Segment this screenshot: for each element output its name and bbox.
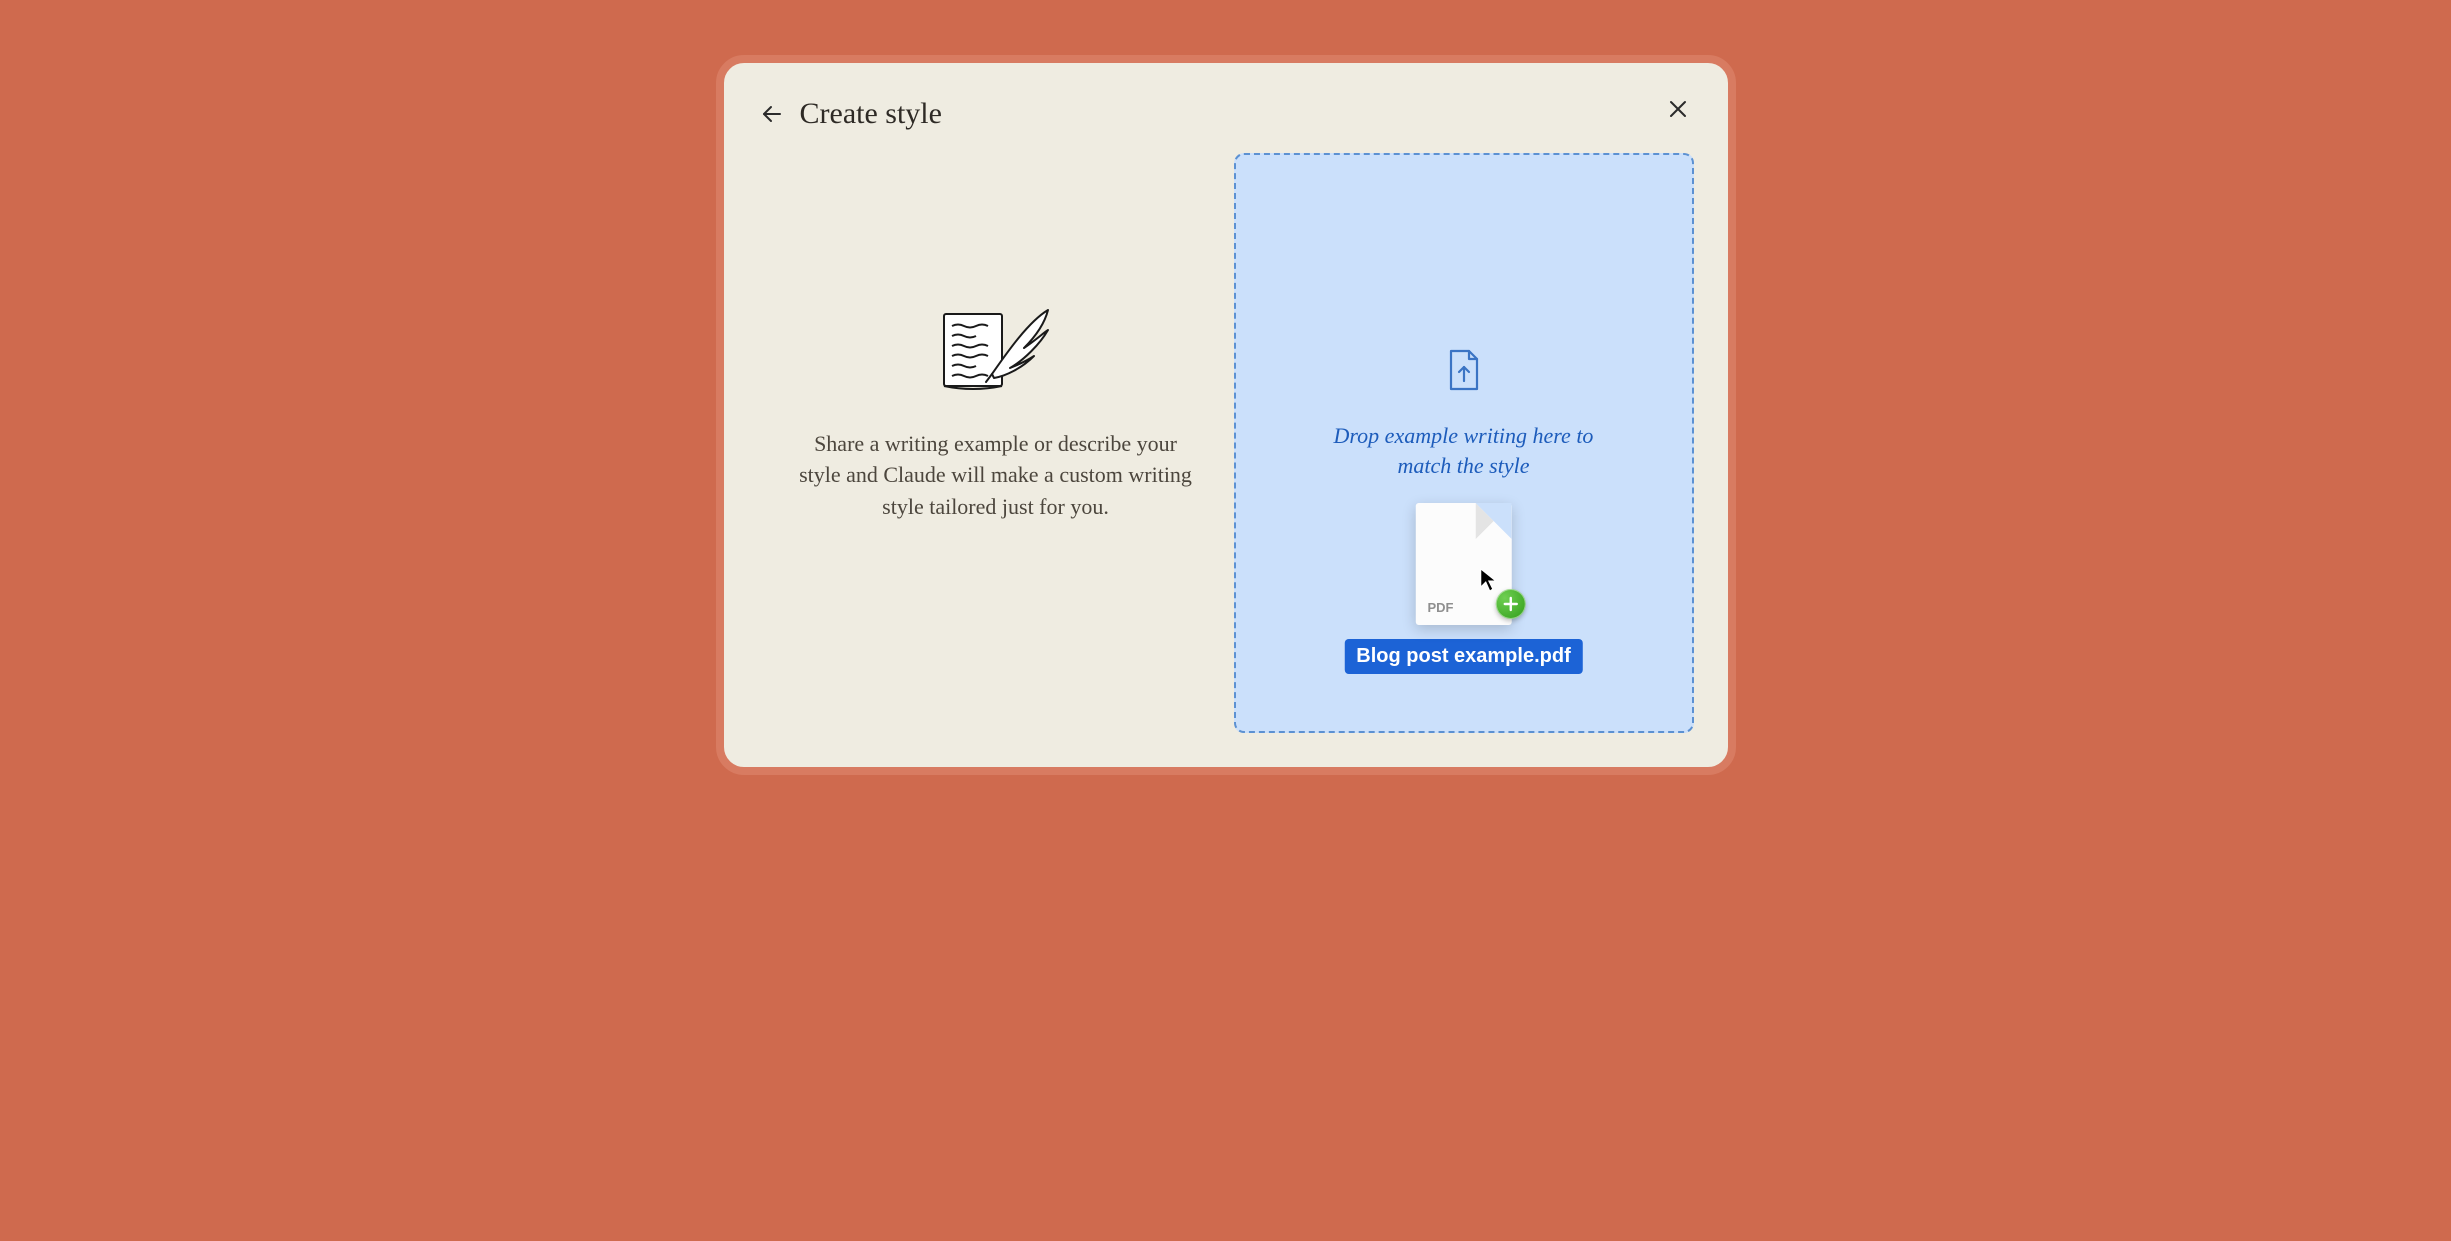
- description-panel: Share a writing example or describe your…: [758, 153, 1234, 733]
- cursor-icon: [1480, 568, 1498, 592]
- pdf-file-icon: PDF: [1416, 503, 1512, 625]
- modal-header: Create style: [758, 93, 1694, 135]
- modal-content: Share a writing example or describe your…: [758, 135, 1694, 733]
- x-icon: [1666, 97, 1690, 121]
- modal-title: Create style: [800, 97, 942, 131]
- file-dropzone[interactable]: Drop example writing here to match the s…: [1234, 153, 1694, 733]
- dragged-file-name: Blog post example.pdf: [1344, 639, 1582, 674]
- close-button[interactable]: [1662, 93, 1694, 125]
- quill-paper-icon: [936, 304, 1056, 394]
- create-style-modal: Create style: [716, 55, 1736, 775]
- plus-icon: [1503, 596, 1519, 612]
- add-badge: [1496, 589, 1526, 619]
- dragged-file-preview: PDF Blog post example.pdf: [1344, 503, 1582, 674]
- description-text: Share a writing example or describe your…: [796, 428, 1196, 522]
- file-type-label: PDF: [1428, 600, 1454, 615]
- file-upload-icon: [1444, 348, 1484, 397]
- arrow-left-icon: [760, 102, 784, 126]
- back-button[interactable]: [758, 100, 786, 128]
- dropzone-text: Drop example writing here to match the s…: [1329, 421, 1599, 480]
